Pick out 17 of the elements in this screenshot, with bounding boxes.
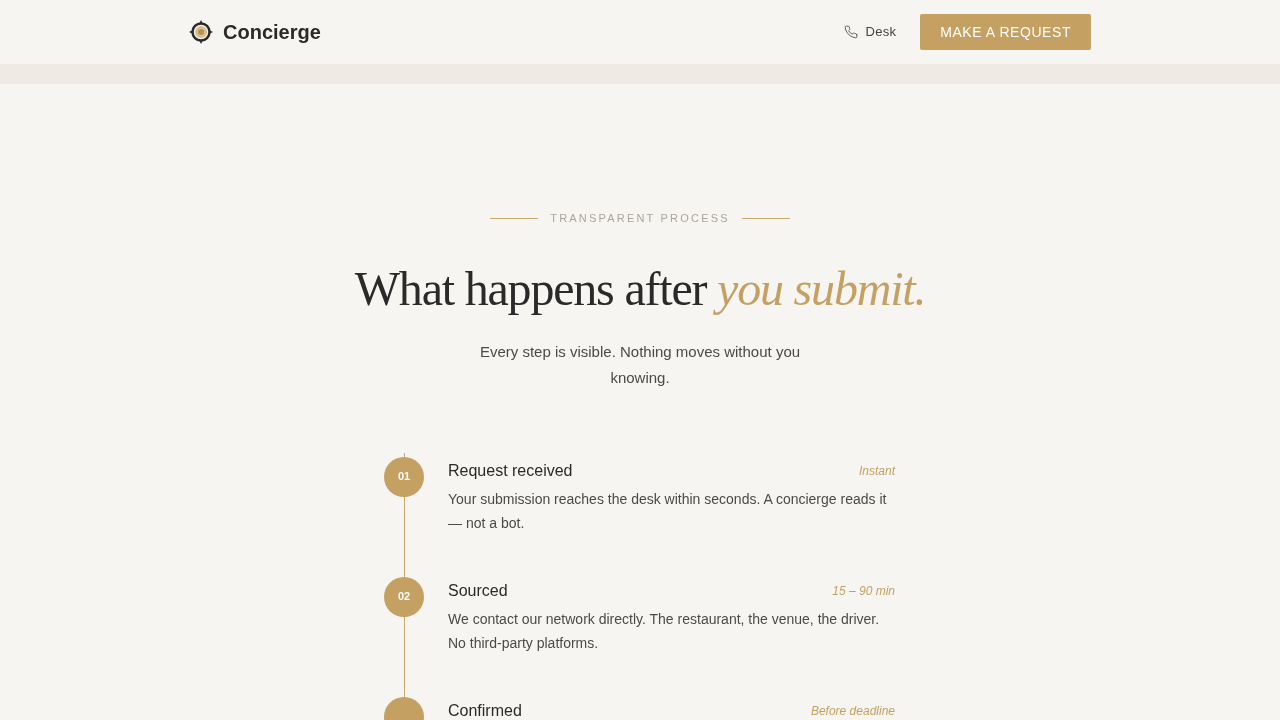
- step-description: Your submission reaches the desk within seconds. A concierge reads it — not a bot.: [448, 489, 888, 533]
- desk-link[interactable]: Desk: [843, 22, 897, 42]
- section-eyebrow: TRANSPARENT PROCESS: [550, 211, 730, 226]
- step-number-badge: 02: [384, 576, 424, 617]
- step-title: Sourced: [448, 582, 508, 599]
- section-intro: Every step is visible. Nothing moves without you knowing.: [478, 341, 802, 388]
- step-title: Request received: [448, 462, 573, 479]
- brand-name[interactable]: Concierge: [223, 17, 321, 47]
- compass-logo-icon: [189, 20, 213, 44]
- phone-icon: [843, 25, 858, 39]
- step-timing: Before deadline: [810, 702, 896, 719]
- step-timing: 15 – 90 min: [832, 582, 896, 599]
- step-timing: Instant: [858, 462, 896, 479]
- step-title: Confirmed: [448, 702, 522, 719]
- step-number-badge: 01: [384, 456, 424, 497]
- section-heading: What happens after you submit.: [354, 260, 926, 317]
- step-description: We contact our network directly. The restaurant, the venue, the driver. No third-party platforms.: [448, 609, 881, 653]
